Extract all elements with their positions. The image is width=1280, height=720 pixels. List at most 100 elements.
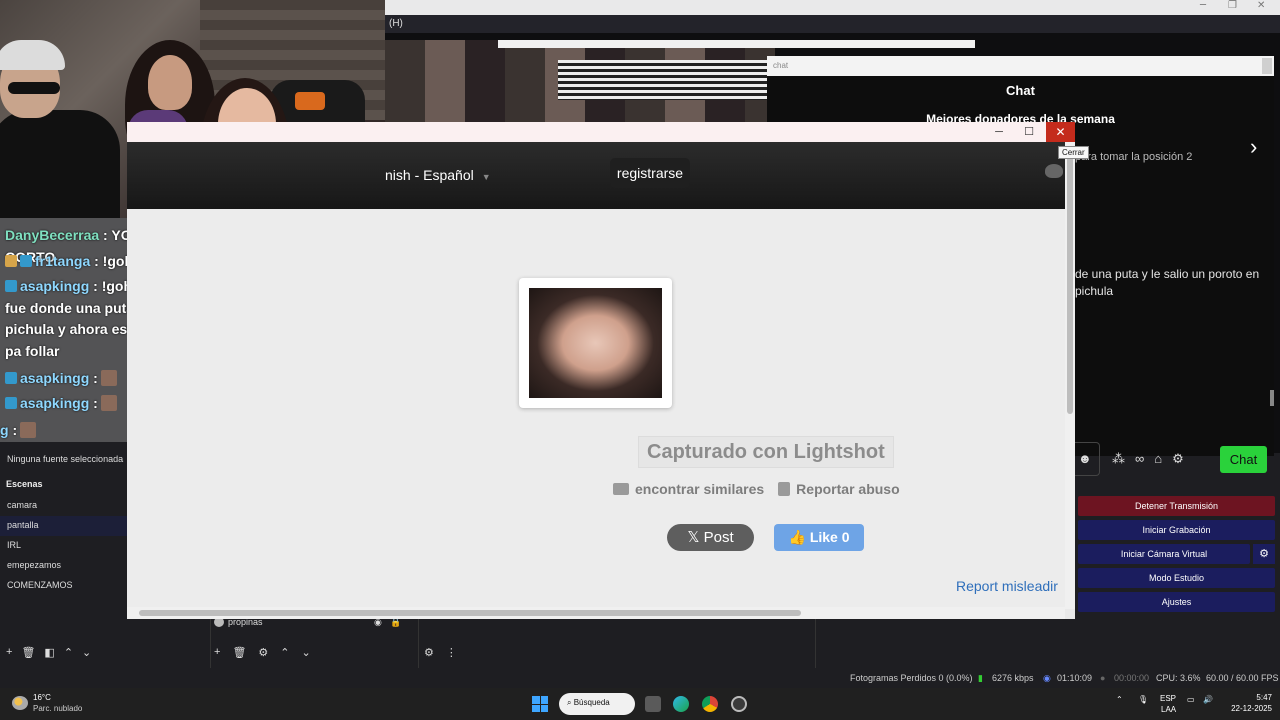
- chat-text: :: [8, 422, 18, 438]
- menu-label[interactable]: (H): [389, 18, 403, 29]
- taskbar: 16°C Parc. nublado ⌕ Búsqueda ⌃ 🎙 ESP LA…: [0, 688, 1280, 720]
- settings-button[interactable]: Ajustes: [1078, 592, 1275, 612]
- bits-icon[interactable]: ⁂: [1112, 451, 1125, 467]
- search-icon: ⌕: [567, 698, 574, 707]
- badge-icon: [5, 397, 17, 409]
- minimize-icon[interactable]: ─: [1200, 0, 1206, 11]
- panel-divider: [210, 618, 211, 668]
- vertical-scrollbar[interactable]: [1065, 142, 1075, 609]
- scene-item[interactable]: COMENZAMOS: [0, 576, 127, 596]
- scene-item[interactable]: IRL: [0, 536, 127, 556]
- weather-condition[interactable]: Parc. nublado: [33, 704, 82, 713]
- scene-item[interactable]: camara: [0, 496, 127, 516]
- chat-username: asapkingg: [20, 370, 90, 386]
- close-icon[interactable]: ✕: [1046, 122, 1075, 142]
- register-button[interactable]: registrarse: [610, 158, 690, 188]
- emote-icon: [100, 370, 117, 386]
- minimize-icon[interactable]: ─: [984, 122, 1014, 142]
- chat-username: DanyBecerraa: [5, 227, 100, 243]
- stop-stream-button[interactable]: Detener Transmisión: [1078, 496, 1275, 516]
- clock[interactable]: 5:47 22-12-2025: [1218, 692, 1272, 714]
- gear-icon[interactable]: ⚙: [1172, 451, 1184, 467]
- twitter-icon[interactable]: [1045, 164, 1063, 178]
- maximize-icon[interactable]: ☐: [1014, 122, 1044, 142]
- weather-icon[interactable]: [12, 696, 28, 710]
- chat-send-button[interactable]: Chat: [1220, 446, 1267, 473]
- obs-controls: Detener Transmisión Iniciar Grabación In…: [1078, 496, 1275, 616]
- browser-titlebar: ─ ☐ ✕: [127, 122, 1075, 142]
- chat-popup-scrollbar[interactable]: [1262, 58, 1272, 74]
- chat-text: :: [89, 395, 98, 411]
- scene-item[interactable]: pantalla: [0, 516, 127, 536]
- trash-icon[interactable]: 🗑: [21, 646, 35, 664]
- arrow-down-icon[interactable]: ⌄: [82, 646, 91, 664]
- network-icon[interactable]: ▭: [1187, 695, 1195, 704]
- filter-icon[interactable]: ◧: [44, 646, 54, 664]
- chat-username: asapkingg: [20, 278, 90, 294]
- emoji-icon[interactable]: ☻: [1074, 442, 1100, 476]
- volume-icon[interactable]: 🔊: [1203, 695, 1213, 704]
- panel-divider: [418, 618, 419, 668]
- page-content: [127, 209, 1065, 609]
- source-item[interactable]: propinas ◉ 🔒: [214, 617, 409, 631]
- add-icon[interactable]: +: [214, 646, 220, 664]
- windows-start-icon[interactable]: [532, 696, 548, 712]
- add-icon[interactable]: +: [6, 646, 12, 664]
- emote-icon: [100, 395, 117, 411]
- gear-icon[interactable]: ⚙: [258, 646, 268, 664]
- find-similar-link[interactable]: encontrar similares: [635, 481, 764, 497]
- badge-icon: [5, 372, 17, 384]
- arrow-up-icon[interactable]: ⌃: [64, 646, 73, 664]
- x-post-button[interactable]: 𝕏 Post: [667, 524, 754, 551]
- report-misleading-link[interactable]: Report misleadir: [956, 578, 1058, 594]
- virtual-camera-gear-icon[interactable]: ⚙: [1253, 544, 1275, 564]
- horizontal-scrollbar[interactable]: [127, 607, 1065, 619]
- chat-username: asapkingg: [20, 395, 90, 411]
- start-virtual-camera-button[interactable]: Iniciar Cámara Virtual: [1078, 544, 1250, 564]
- task-view-icon[interactable]: [645, 696, 661, 712]
- microphone-icon[interactable]: 🎙: [1138, 695, 1148, 704]
- close-tooltip: Cerrar: [1058, 146, 1089, 159]
- arrow-down-icon[interactable]: ⌄: [302, 646, 311, 664]
- scroll-thumb[interactable]: [139, 610, 801, 616]
- bitrate: 6276 kbps: [992, 673, 1034, 683]
- live-time: 01:10:09: [1057, 673, 1093, 683]
- facebook-like-button[interactable]: 👍 Like 0: [774, 524, 864, 551]
- close-icon[interactable]: ✕: [1257, 0, 1265, 11]
- search-box[interactable]: ⌕ Búsqueda: [559, 693, 635, 715]
- badge-icon: [20, 255, 32, 267]
- infinity-icon[interactable]: ∞: [1135, 451, 1144, 467]
- like-label: Like 0: [809, 529, 850, 545]
- sunglasses: [8, 82, 60, 94]
- restore-icon[interactable]: ❐: [1228, 0, 1237, 11]
- screenshot-thumbnail[interactable]: [519, 278, 672, 408]
- report-abuse-link[interactable]: Reportar abuso: [796, 481, 899, 497]
- keyboard-layout[interactable]: LAA: [1161, 705, 1176, 714]
- language-select[interactable]: nish - Español ▼: [383, 160, 491, 190]
- edge-icon[interactable]: [673, 696, 689, 712]
- obs-icon[interactable]: [731, 696, 747, 712]
- chevron-right-icon[interactable]: ›: [1250, 134, 1257, 160]
- scene-item[interactable]: emepezamos: [0, 556, 127, 576]
- advanced-audio-icon[interactable]: ⚙: [424, 646, 434, 664]
- record-time: 00:00:00: [1114, 673, 1150, 683]
- chrome-icon[interactable]: [702, 696, 718, 712]
- panel-divider: [815, 618, 816, 668]
- language-code[interactable]: ESP: [1160, 694, 1176, 703]
- store-icon[interactable]: ⌂: [1154, 451, 1162, 467]
- mixer-toolbar: ⚙ ⋮: [424, 646, 484, 664]
- scroll-thumb[interactable]: [1067, 154, 1073, 414]
- browser-window: ─ ☐ ✕ nish - Español ▼ registrarse Captur…: [127, 122, 1075, 619]
- arrow-up-icon[interactable]: ⌃: [280, 646, 289, 664]
- dock-scrollbar[interactable]: [1270, 390, 1274, 406]
- more-menu-icon[interactable]: ⋮: [446, 646, 457, 664]
- scenes-header: Escenas: [6, 479, 43, 489]
- no-source-label: Ninguna fuente seleccionada: [7, 454, 124, 464]
- obs-menu[interactable]: (H): [385, 15, 1280, 33]
- fps: 60.00 / 60.00 FPS: [1206, 673, 1279, 683]
- start-recording-button[interactable]: Iniciar Grabación: [1078, 520, 1275, 540]
- trash-icon[interactable]: 🗑: [232, 646, 246, 664]
- studio-mode-button[interactable]: Modo Estudio: [1078, 568, 1275, 588]
- chevron-up-icon[interactable]: ⌃: [1116, 695, 1123, 704]
- temperature[interactable]: 16°C: [33, 693, 51, 702]
